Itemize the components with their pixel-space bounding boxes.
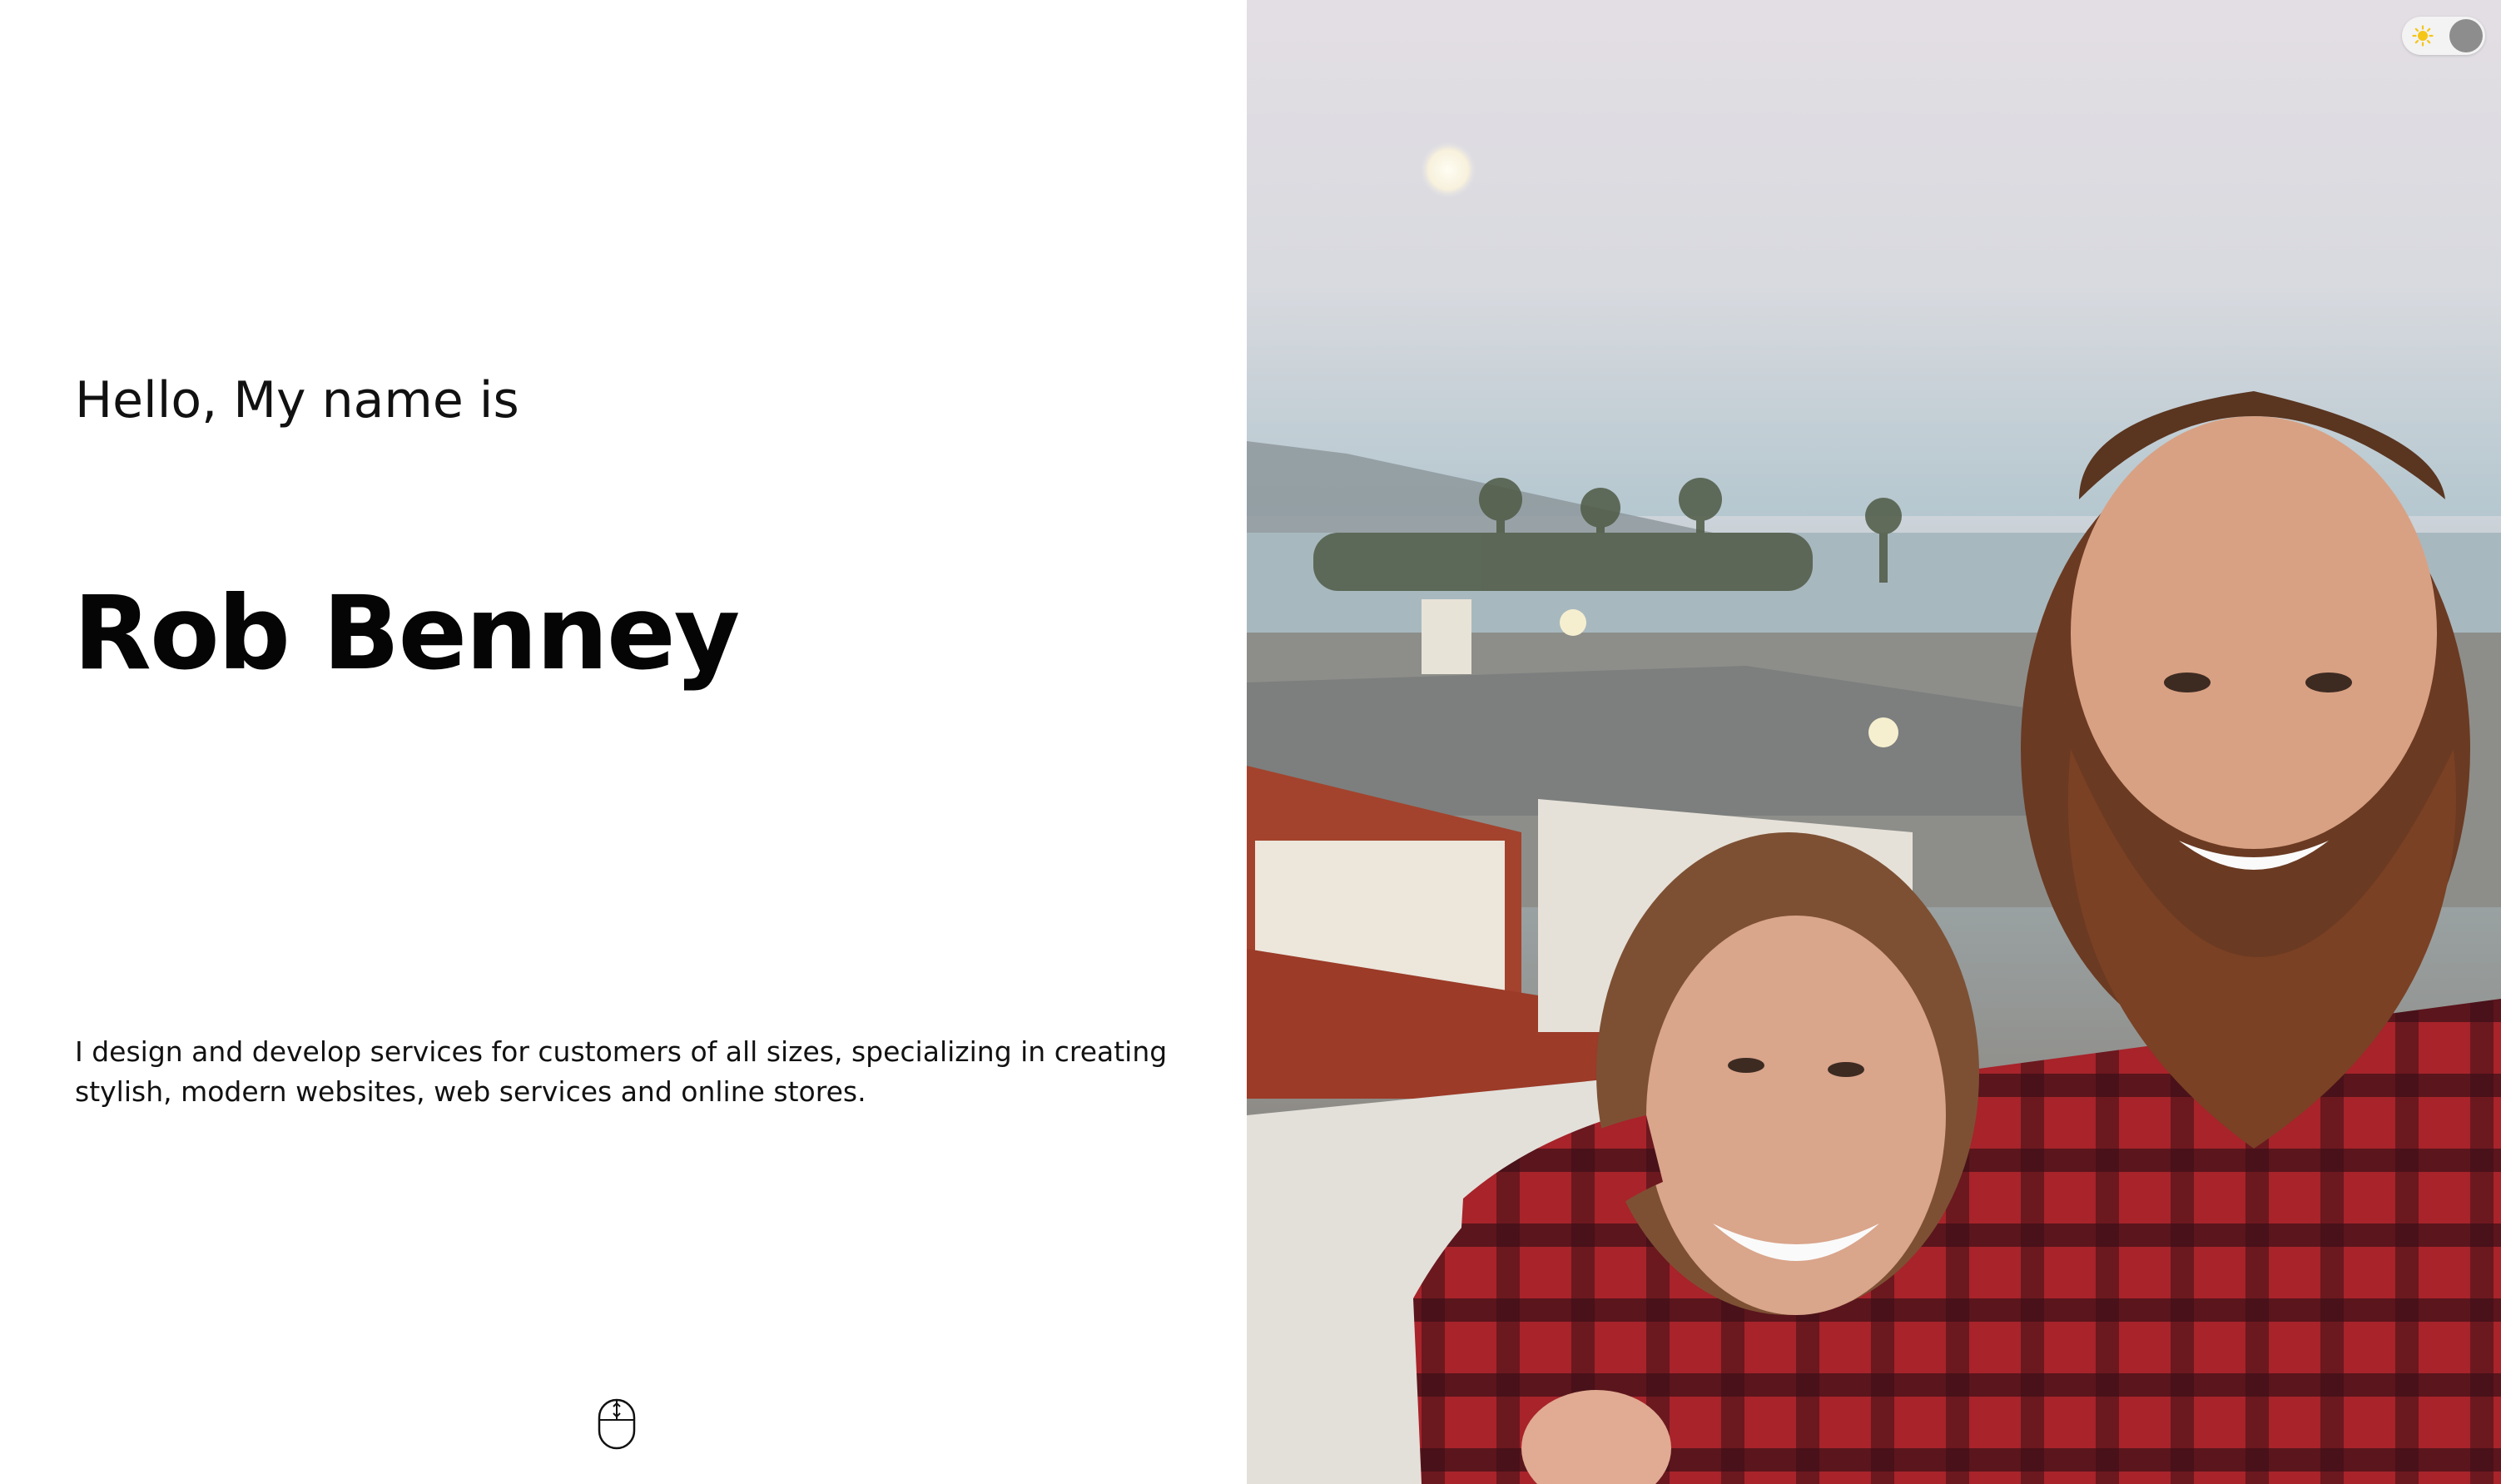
hero-intro: Hello, My name is Rob Benney I design an… bbox=[0, 0, 1247, 1484]
page: Hello, My name is Rob Benney I design an… bbox=[0, 0, 2501, 1484]
scroll-down-button[interactable] bbox=[598, 1398, 636, 1450]
hero-bio: I design and develop services for custom… bbox=[75, 1035, 1168, 1108]
portrait-photo bbox=[1247, 0, 2501, 1484]
hero-photo bbox=[1247, 0, 2501, 1484]
hero-name: Rob Benney bbox=[73, 574, 740, 692]
theme-toggle[interactable] bbox=[2402, 17, 2485, 55]
sun-icon bbox=[2412, 25, 2434, 47]
mouse-scroll-icon bbox=[598, 1398, 636, 1450]
toggle-knob bbox=[2449, 19, 2483, 52]
greeting-text: Hello, My name is bbox=[75, 371, 519, 429]
